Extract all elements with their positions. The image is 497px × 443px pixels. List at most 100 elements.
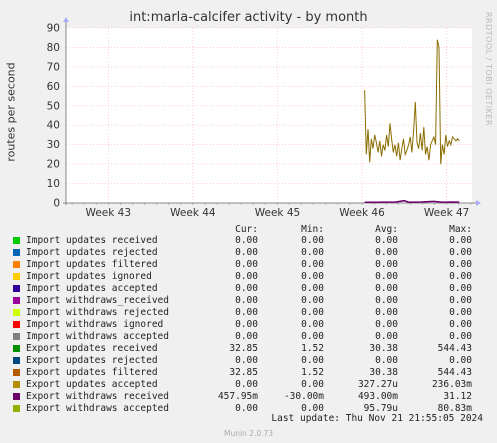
legend-swatch	[13, 393, 20, 400]
legend-value-avg: 0.00	[375, 247, 398, 258]
legend-label: Import withdraws accepted	[26, 331, 169, 342]
legend-item: Import withdraws rejected 0.00 0.00 0.00 0.0…	[13, 307, 493, 319]
legend-value-avg: 0.00	[375, 295, 398, 306]
x-tick-label: Week 43	[86, 207, 131, 218]
y-axis-arrow	[63, 17, 69, 22]
y-tick-label: 90	[47, 23, 60, 35]
legend-value-min: 0.00	[301, 283, 324, 294]
legend-value-max: 0.00	[449, 331, 472, 342]
legend-item: Import updates accepted 0.00 0.00 0.00 0.00	[13, 283, 493, 295]
legend-label: Export updates accepted	[26, 379, 158, 390]
legend-value-max: 0.00	[449, 283, 472, 294]
legend-label: Export updates received	[26, 343, 158, 354]
legend-value-min: 0.00	[301, 379, 324, 390]
last-update: Last update: Thu Nov 21 21:55:05 2024	[271, 413, 483, 424]
legend-value-max: 0.00	[449, 259, 472, 270]
legend-value-avg: 0.00	[375, 271, 398, 282]
legend-value-min: -30.00m	[283, 391, 324, 402]
legend-value-max: 544.43	[437, 367, 472, 378]
legend-swatch	[13, 297, 20, 304]
legend-value-min: 0.00	[301, 319, 324, 330]
plot-background	[66, 28, 472, 203]
legend-value-max: 0.00	[449, 271, 472, 282]
legend-label: Export withdraws received	[26, 391, 169, 402]
legend-swatch	[13, 273, 20, 280]
legend-swatch	[13, 345, 20, 352]
legend-swatch	[13, 369, 20, 376]
legend-label: Import withdraws_received	[26, 295, 169, 306]
x-tick-label: Week 45	[255, 207, 300, 218]
legend-value-max: 31.12	[443, 391, 472, 402]
y-tick-label: 10	[47, 178, 60, 190]
y-tick-label: 80	[47, 42, 60, 54]
legend-label: Import updates filtered	[26, 259, 158, 270]
legend-value-avg: 0.00	[375, 331, 398, 342]
legend-value-max: 0.00	[449, 247, 472, 258]
legend-value-min: 1.52	[301, 367, 324, 378]
legend-item: Export updates received 32.85 1.52 30.38 544…	[13, 343, 493, 355]
legend-value-max: 0.00	[449, 235, 472, 246]
legend-swatch	[13, 309, 20, 316]
legend-item: Export updates rejected 0.00 0.00 0.00 0.00	[13, 355, 493, 367]
legend-item: Export updates filtered 32.85 1.52 30.38 544…	[13, 367, 493, 379]
legend-swatch	[13, 357, 20, 364]
legend-swatch	[13, 321, 20, 328]
legend-value-max: 236.03m	[431, 379, 472, 390]
legend-label: Import updates received	[26, 235, 158, 246]
y-tick-label: 0	[53, 198, 60, 210]
legend-item: Import withdraws_received 0.00 0.00 0.00 0.0…	[13, 295, 493, 307]
legend-swatch	[13, 333, 20, 340]
x-tick-label: Week 46	[339, 207, 385, 218]
legend-item: Import withdraws ignored 0.00 0.00 0.00 0.00	[13, 319, 493, 331]
legend-swatch	[13, 261, 20, 268]
plot-area: 0 10 20 30 40 50 60 70 80 90 Week 43 Week 44 Week 45…	[47, 17, 481, 218]
legend-swatch	[13, 405, 20, 412]
legend-label: Import withdraws ignored	[26, 319, 164, 330]
legend-value-min: 0.00	[301, 247, 324, 258]
legend-header-min: Min:	[301, 224, 324, 235]
legend-value-avg: 327.27u	[357, 379, 398, 390]
legend-label: Export withdraws accepted	[26, 403, 169, 414]
legend-value-avg: 0.00	[375, 283, 398, 294]
x-tick-label: Week 44	[170, 207, 216, 218]
y-tick-label: 70	[47, 61, 60, 73]
legend-item: Import updates rejected 0.00 0.00 0.00 0.00	[13, 247, 493, 259]
legend-value-min: 0.00	[301, 235, 324, 246]
legend-value-min: 1.52	[301, 343, 324, 354]
legend-swatch	[13, 249, 20, 256]
legend-label: Import withdraws rejected	[26, 307, 169, 318]
legend-item: Export withdraws received 457.95m -30.00m 4…	[13, 391, 493, 403]
legend-value-avg: 0.00	[375, 307, 398, 318]
legend-value-avg: 0.00	[375, 355, 398, 366]
legend-item: Export updates accepted 0.00 0.00 327.27u 23…	[13, 379, 493, 391]
legend-label: Export updates rejected	[26, 355, 158, 366]
legend-value-min: 0.00	[301, 295, 324, 306]
legend-value-max: 0.00	[449, 295, 472, 306]
legend-value-min: 0.00	[301, 331, 324, 342]
legend-value-min: 0.00	[301, 271, 324, 282]
legend-value-avg: 0.00	[375, 235, 398, 246]
legend-value-max: 544.43	[437, 343, 472, 354]
y-tick-label: 40	[47, 120, 60, 132]
munin-version: Munin 2.0.73	[223, 429, 274, 438]
legend-item: Import withdraws accepted 0.00 0.00 0.00 0.0…	[13, 331, 493, 343]
legend-value-avg: 0.00	[375, 319, 398, 330]
legend-header-avg: Avg:	[375, 224, 398, 235]
y-tick-label: 20	[47, 159, 60, 171]
y-tick-label: 60	[47, 81, 60, 93]
legend-swatch	[13, 237, 20, 244]
legend-label: Export updates filtered	[26, 367, 158, 378]
legend-value-avg: 30.38	[369, 367, 398, 378]
legend-item: Import updates ignored 0.00 0.00 0.00 0.00	[13, 271, 493, 283]
legend-value-min: 0.00	[301, 259, 324, 270]
x-tick-label: Week 47	[424, 207, 469, 218]
legend-item: Import updates received 0.00 0.00 0.00 0.00	[13, 235, 493, 247]
legend-item: Import updates filtered 0.00 0.00 0.00 0.00	[13, 259, 493, 271]
y-tick-label: 50	[47, 100, 60, 112]
legend-value-avg: 30.38	[369, 343, 398, 354]
legend-swatch	[13, 285, 20, 292]
legend-value-max: 0.00	[449, 319, 472, 330]
legend-value-min: 0.00	[301, 307, 324, 318]
legend-value-avg: 493.00m	[357, 391, 398, 402]
legend-header-max: Max:	[449, 224, 472, 235]
